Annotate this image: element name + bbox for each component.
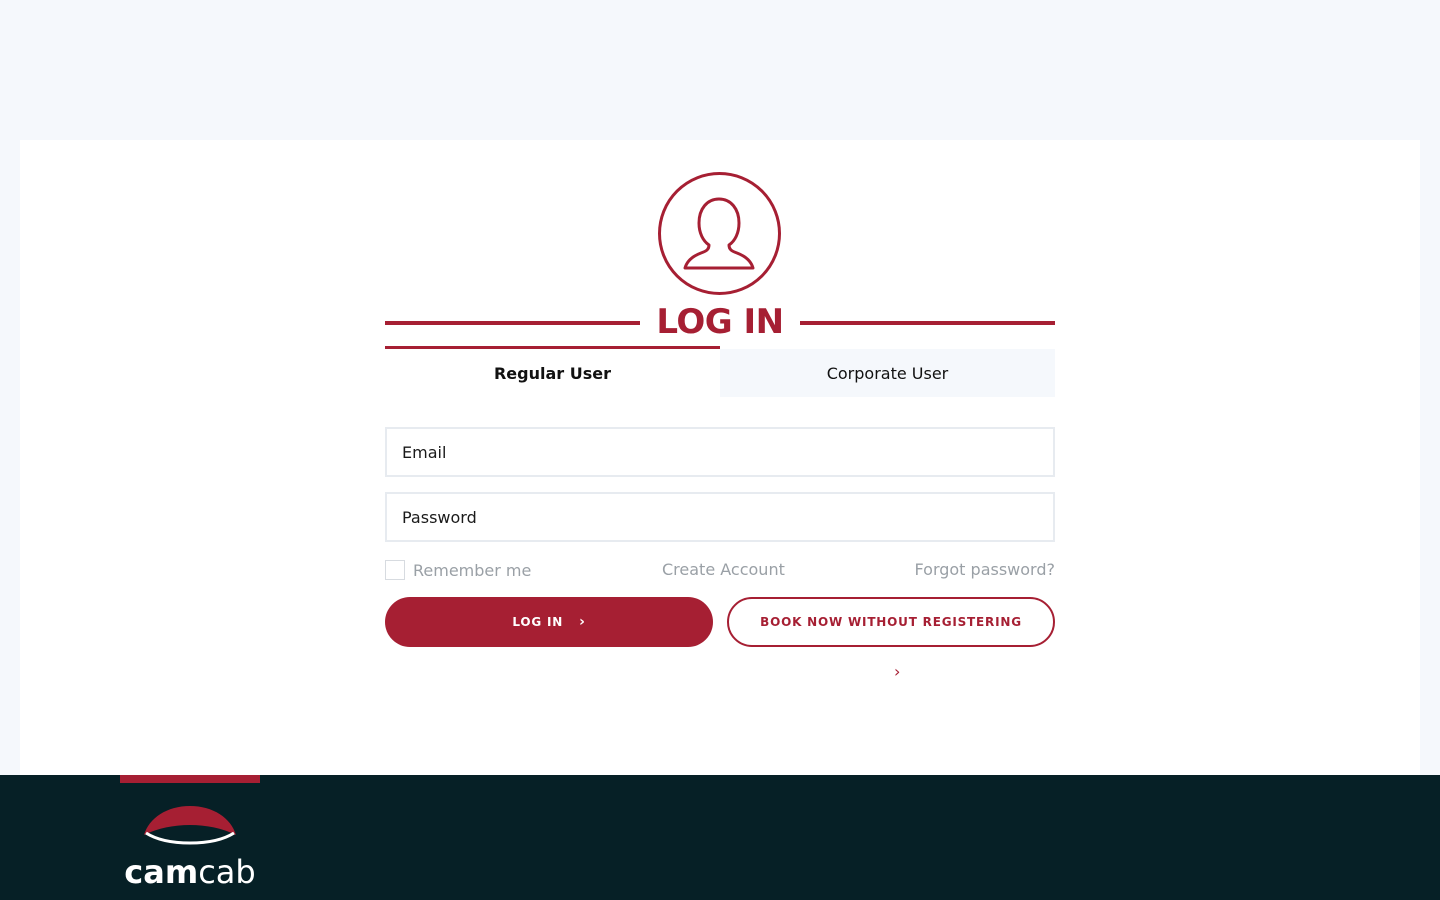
tab-regular-user[interactable]: Regular User	[385, 349, 720, 397]
camcab-logo-icon[interactable]	[143, 805, 237, 851]
email-field[interactable]	[387, 429, 1053, 475]
remember-me-checkbox[interactable]	[385, 560, 405, 580]
remember-me[interactable]: Remember me	[385, 560, 531, 580]
brand-part-cab: cab	[198, 853, 256, 891]
footer-accent-bar	[120, 775, 260, 783]
page-title: LOG IN	[656, 302, 784, 342]
chevron-right-icon: ›	[894, 662, 901, 681]
book-without-registering-button[interactable]: BOOK NOW WITHOUT REGISTERING	[727, 597, 1055, 647]
tab-corporate-user[interactable]: Corporate User	[720, 349, 1055, 397]
forgot-password-link[interactable]: Forgot password?	[915, 560, 1055, 579]
login-button-label: LOG IN	[512, 615, 564, 629]
password-field[interactable]	[387, 494, 1053, 540]
brand-part-cam: cam	[124, 853, 199, 891]
remember-me-label: Remember me	[413, 560, 532, 580]
title-divider-left	[385, 321, 640, 325]
create-account-link[interactable]: Create Account	[662, 560, 785, 579]
password-field-wrapper	[385, 492, 1055, 542]
chevron-right-icon: ›	[579, 614, 586, 630]
email-field-wrapper	[385, 427, 1055, 477]
book-button-label: BOOK NOW WITHOUT REGISTERING	[760, 615, 1022, 629]
brand-wordmark[interactable]: camcab	[120, 855, 260, 889]
login-button[interactable]: LOG IN ›	[385, 597, 713, 647]
user-avatar-icon	[657, 171, 782, 296]
title-divider-right	[800, 321, 1055, 325]
